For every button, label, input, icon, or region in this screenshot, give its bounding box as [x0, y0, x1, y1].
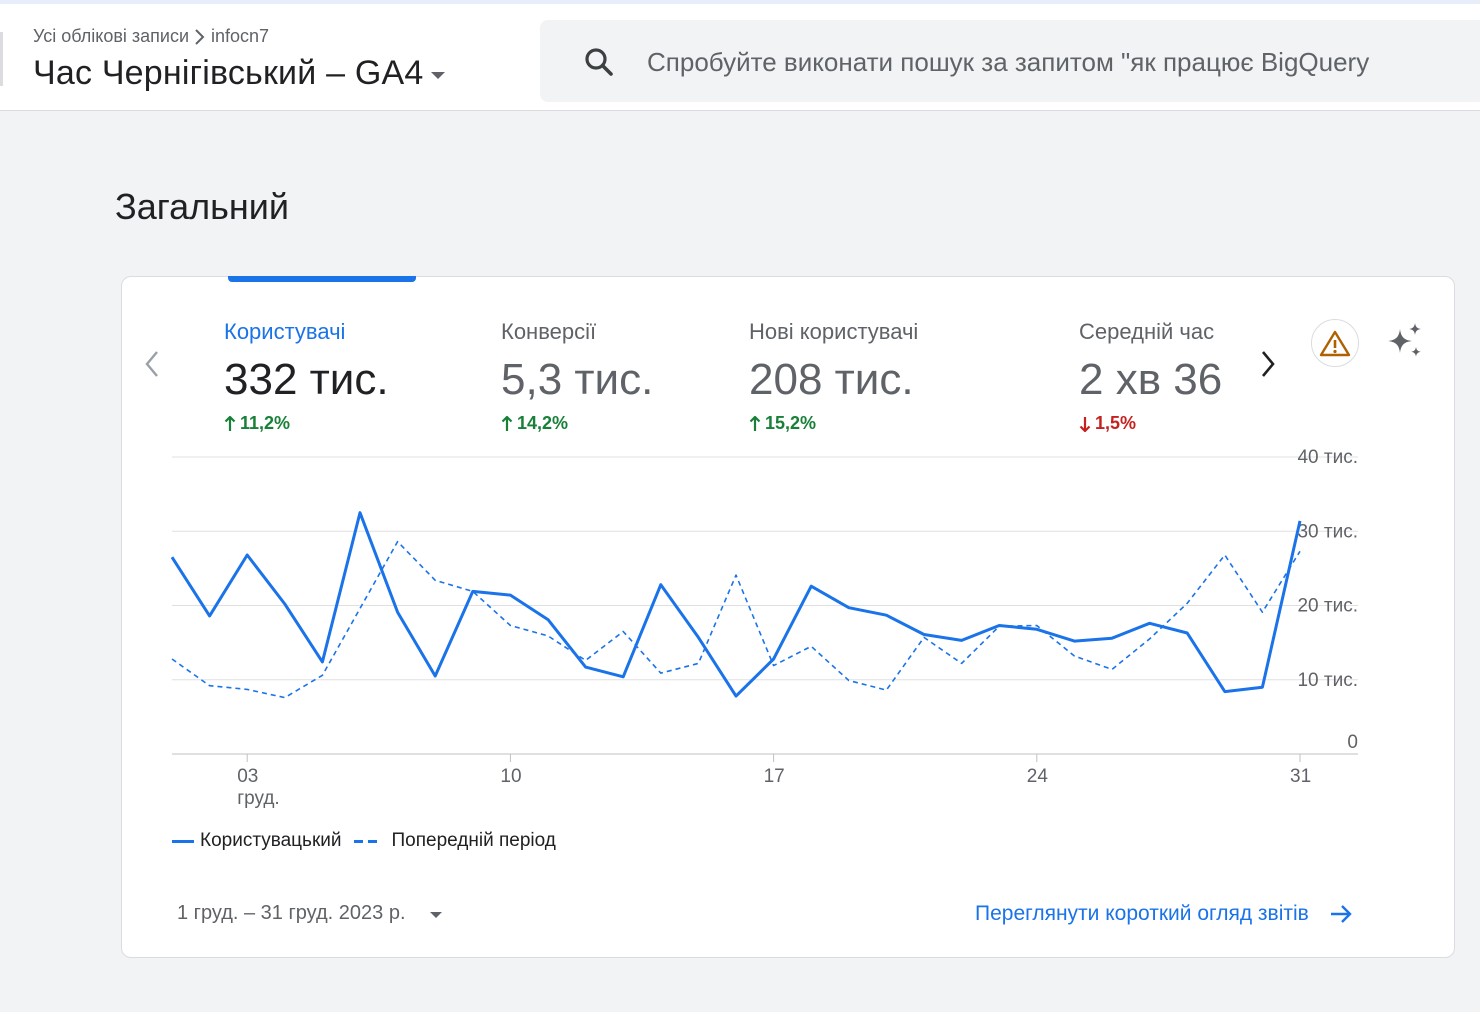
breadcrumb-root[interactable]: Усі облікові записи	[33, 26, 189, 47]
x-tick-sublabel: груд.	[237, 788, 280, 809]
top-bar: Усі облікові записи infocn7 Час Чернігів…	[0, 0, 1480, 111]
y-tick-label: 30 тис.	[1297, 521, 1358, 542]
arrow-up-icon	[749, 415, 761, 431]
series-line-previous	[171, 540, 1301, 699]
metric-delta: 15,2%	[749, 413, 918, 434]
x-tick-label: 24	[1027, 766, 1049, 787]
legend-item-current: Користувацький	[172, 830, 342, 852]
metric-avg-time[interactable]: Середній час 2 хв 36 1,5%	[1079, 319, 1222, 434]
metric-delta: 1,5%	[1079, 413, 1222, 434]
search-icon	[583, 46, 615, 83]
breadcrumb-account[interactable]: infocn7	[211, 26, 269, 47]
x-tick-label: 10	[500, 766, 521, 787]
warning-icon	[1319, 330, 1351, 357]
metric-users[interactable]: Користувачі 332 тис. 11,2%	[224, 319, 389, 434]
property-title: Час Чернігівський – GA4	[33, 54, 424, 92]
legend-label: Користувацький	[200, 830, 342, 851]
metric-label: Конверсії	[501, 319, 597, 344]
legend-dashed-line	[353, 839, 382, 843]
search-bar[interactable]	[540, 20, 1480, 102]
property-selector[interactable]: Час Чернігівський – GA4	[33, 54, 446, 93]
legend-solid-line	[172, 839, 194, 843]
arrow-right-icon	[1330, 905, 1352, 923]
anomaly-alert-button[interactable]	[1311, 319, 1359, 367]
nav-edge	[0, 32, 3, 86]
legend-item-previous: Попередній період	[353, 830, 556, 852]
arrow-up-icon	[224, 415, 236, 431]
metric-new-users[interactable]: Нові користувачі 208 тис. 15,2%	[749, 319, 918, 434]
caret-down-icon	[429, 911, 442, 918]
metric-delta: 11,2%	[224, 413, 389, 434]
y-tick-label: 20 тис.	[1297, 596, 1358, 617]
view-reports-link[interactable]: Переглянути короткий огляд звітів	[975, 902, 1353, 926]
x-tick-label: 03	[237, 766, 258, 787]
metric-value: 2 хв 36	[1079, 355, 1223, 404]
metric-conversions[interactable]: Конверсії 5,3 тис. 14,2%	[501, 319, 653, 434]
view-reports-text: Переглянути короткий огляд звітів	[975, 902, 1309, 925]
metric-value: 332 тис.	[224, 355, 389, 404]
users-line-chart: 0 10 тис. 20 тис. 30 тис. 40 тис. 03груд. 10 17…	[170, 447, 1358, 809]
breadcrumb[interactable]: Усі облікові записи infocn7	[33, 26, 269, 47]
metric-label: Середній час	[1079, 319, 1215, 344]
y-tick-label: 10 тис.	[1297, 670, 1358, 691]
date-range-selector[interactable]: 1 груд. – 31 груд. 2023 р.	[177, 902, 442, 925]
date-range-text: 1 груд. – 31 груд. 2023 р.	[177, 902, 406, 924]
x-tick-label: 17	[764, 766, 785, 787]
search-input[interactable]	[647, 42, 1480, 82]
chevron-right-icon[interactable]	[1258, 349, 1278, 384]
chevron-right-icon	[194, 28, 206, 46]
metric-label: Нові користувачі	[749, 319, 919, 344]
section-title: Загальний	[115, 186, 289, 227]
metric-delta: 14,2%	[501, 413, 653, 434]
overview-card: Користувачі 332 тис. 11,2% Конверсії 5,3…	[121, 276, 1455, 958]
sparkle-icon[interactable]	[1384, 321, 1426, 368]
series-line-current	[170, 511, 1302, 698]
arrow-up-icon	[501, 415, 513, 431]
metric-value: 208 тис.	[749, 355, 914, 404]
chevron-left-icon[interactable]	[142, 349, 162, 384]
legend-label: Попередній період	[391, 830, 556, 851]
chart-legend: Користувацький Попередній період	[172, 830, 568, 852]
arrow-down-icon	[1079, 416, 1091, 432]
active-tab-indicator	[228, 276, 416, 282]
caret-down-icon	[431, 72, 446, 79]
y-tick-label: 40 тис.	[1297, 447, 1358, 468]
metric-label: Користувачі	[224, 319, 346, 344]
y-tick-label: 0	[1347, 732, 1358, 753]
metric-value: 5,3 тис.	[501, 355, 654, 404]
x-tick-label: 31	[1290, 766, 1311, 787]
